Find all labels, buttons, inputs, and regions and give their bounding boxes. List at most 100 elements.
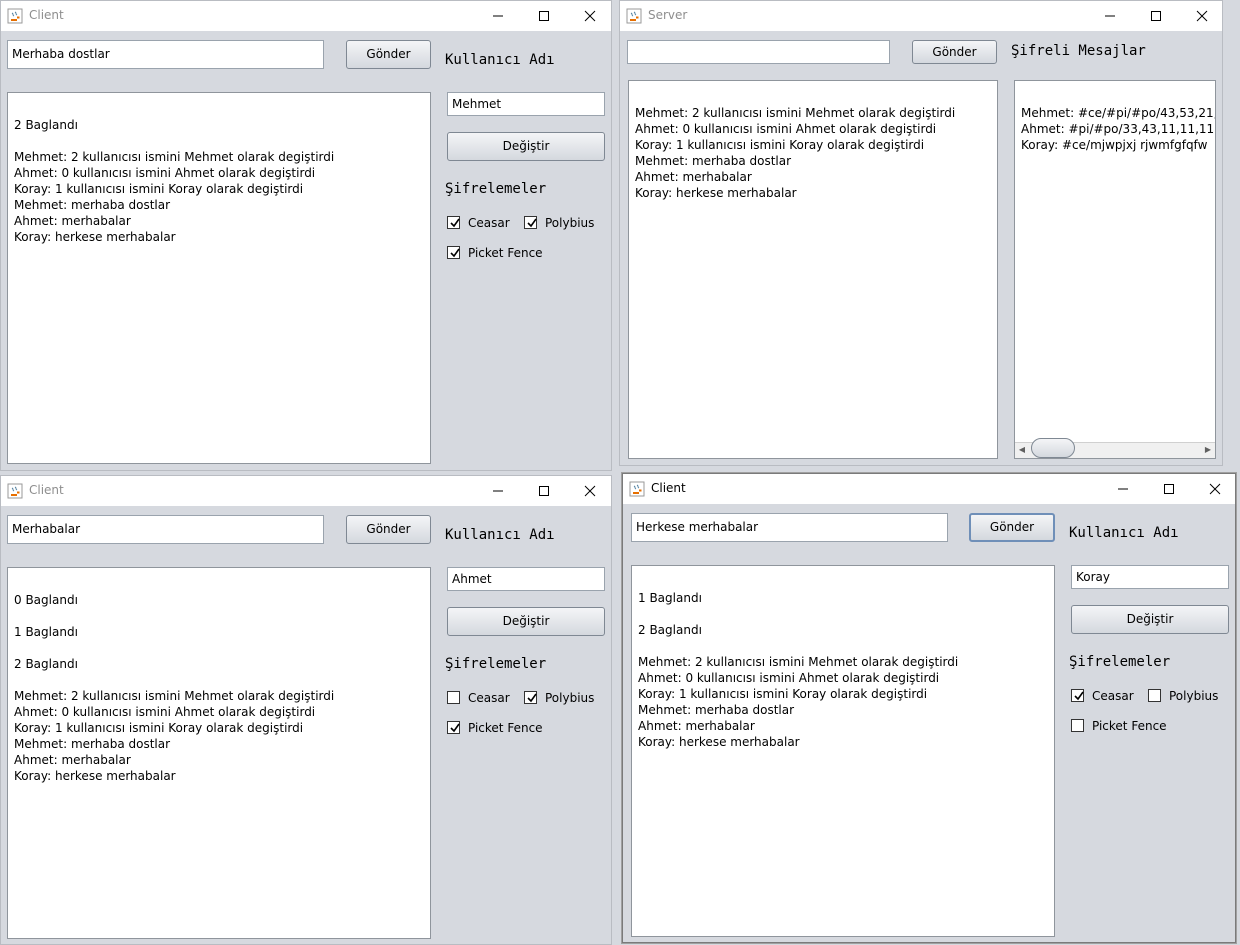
title-bar[interactable]: Client (1, 1, 611, 31)
maximize-button[interactable] (1133, 1, 1179, 31)
picket-fence-label: Picket Fence (468, 246, 543, 260)
checkbox-box[interactable] (447, 246, 460, 259)
chat-line (14, 101, 424, 117)
polybius-label: Polybius (545, 216, 595, 230)
close-icon (1196, 10, 1208, 22)
close-button[interactable] (1179, 1, 1222, 31)
minimize-button[interactable] (475, 476, 521, 506)
server-message-input[interactable] (627, 40, 890, 64)
picket-fence-checkbox[interactable]: Picket Fence (447, 720, 547, 736)
horizontal-scrollbar[interactable]: ◀ ▶ (1015, 438, 1215, 458)
chat-area[interactable]: 2 Baglandı Mehmet: 2 kullanıcısı ismini … (7, 92, 431, 464)
chat-area[interactable]: 0 Baglandı 1 Baglandı 2 Baglandı Mehmet:… (7, 567, 431, 939)
chat-line: Ahmet: merhabalar (14, 753, 131, 767)
close-button[interactable] (1192, 474, 1235, 504)
client-panel: Herkese merhabalar Gönder Kullanıcı Adı … (623, 504, 1235, 942)
message-input[interactable]: Merhaba dostlar (7, 40, 324, 69)
chat-line: Mehmet: 2 kullanıcısı ismini Mehmet olar… (14, 689, 335, 703)
title-bar[interactable]: Client (1, 476, 611, 506)
message-input[interactable]: Herkese merhabalar (631, 513, 948, 542)
maximize-button[interactable] (521, 1, 567, 31)
send-button[interactable]: Gönder (346, 40, 431, 69)
client-panel: Merhaba dostlar Gönder Kullanıcı Adı 2 B… (1, 31, 611, 470)
scroll-left-arrow-icon[interactable]: ◀ (1017, 445, 1027, 455)
send-button[interactable]: Gönder (346, 515, 431, 544)
ceasar-checkbox[interactable]: Ceasar (1071, 688, 1141, 704)
encrypted-line: Ahmet: #pi/#po/33,43,11,11,11,null, (1021, 122, 1215, 136)
checkbox-box[interactable] (447, 216, 460, 229)
window-title: Client (651, 481, 686, 495)
client-window-ahmet: Client Merhabalar Gönder Kullanıcı Adı 0… (0, 475, 612, 945)
log-line: Ahmet: 0 kullanıcısı ismini Ahmet olarak… (635, 122, 937, 136)
scroll-thumb[interactable] (1031, 438, 1075, 458)
username-heading: Kullanıcı Adı (445, 527, 555, 543)
server-log-area[interactable]: Mehmet: 2 kullanıcısı ismini Mehmet olar… (628, 80, 998, 459)
change-username-button[interactable]: Değiştir (447, 607, 605, 636)
encrypted-line: Koray: #ce/mjwpjxj rjwmfgfqfw (1021, 138, 1208, 152)
chat-line (14, 672, 424, 688)
chat-line: Ahmet: 0 kullanıcısı ismini Ahmet olarak… (14, 166, 316, 180)
username-heading: Kullanıcı Adı (1069, 525, 1179, 541)
chat-line (14, 608, 424, 624)
ciphers-heading: Şifrelemeler (445, 181, 547, 197)
checkbox-box[interactable] (1071, 689, 1084, 702)
picket-fence-checkbox[interactable]: Picket Fence (1071, 718, 1171, 734)
close-button[interactable] (567, 476, 611, 506)
chat-line: 2 Baglandı (14, 118, 78, 132)
ceasar-checkbox[interactable]: Ceasar (447, 690, 517, 706)
chat-lines: 0 Baglandı 1 Baglandı 2 Baglandı Mehmet:… (8, 568, 430, 792)
change-username-button[interactable]: Değiştir (447, 132, 605, 161)
maximize-icon (1151, 11, 1161, 21)
close-button[interactable] (567, 1, 611, 31)
chat-line: Mehmet: merhaba dostlar (638, 703, 795, 717)
checkbox-box[interactable] (1071, 719, 1084, 732)
checkbox-box[interactable] (524, 216, 537, 229)
chat-line: Mehmet: merhaba dostlar (14, 737, 171, 751)
maximize-button[interactable] (521, 476, 567, 506)
checkbox-box[interactable] (447, 691, 460, 704)
server-window: Server Gönder Şifreli Mesajlar Mehmet: 2… (619, 0, 1223, 466)
minimize-button[interactable] (1100, 474, 1146, 504)
scroll-right-arrow-icon[interactable]: ▶ (1203, 445, 1213, 455)
minimize-icon (1105, 15, 1115, 17)
window-title: Client (29, 8, 64, 22)
chat-line: Koray: herkese merhabalar (14, 230, 176, 244)
change-username-button[interactable]: Değiştir (1071, 605, 1229, 634)
title-bar[interactable]: Client (623, 474, 1235, 504)
username-field[interactable]: Ahmet (447, 567, 605, 591)
checkbox-box[interactable] (1148, 689, 1161, 702)
picket-fence-label: Picket Fence (468, 721, 543, 735)
encrypted-messages-area[interactable]: Mehmet: #ce/#pi/#po/43,53,21,21,24 Ahmet… (1014, 80, 1216, 459)
title-bar[interactable]: Server (620, 1, 1222, 31)
close-icon (1209, 483, 1221, 495)
log-line: Mehmet: merhaba dostlar (635, 154, 792, 168)
checkmark-icon (1074, 691, 1084, 701)
polybius-checkbox[interactable]: Polybius (524, 215, 599, 231)
encrypted-line: Mehmet: #ce/#pi/#po/43,53,21,21,24 (1021, 106, 1215, 120)
polybius-checkbox[interactable]: Polybius (524, 690, 599, 706)
username-field[interactable]: Mehmet (447, 92, 605, 116)
chat-line: 0 Baglandı (14, 593, 78, 607)
message-input[interactable]: Merhabalar (7, 515, 324, 544)
ceasar-label: Ceasar (468, 691, 510, 705)
checkbox-box[interactable] (447, 721, 460, 734)
chat-area[interactable]: 1 Baglandı 2 Baglandı Mehmet: 2 kullanıc… (631, 565, 1055, 937)
username-field[interactable]: Koray (1071, 565, 1229, 589)
chat-line (638, 638, 1048, 654)
polybius-checkbox[interactable]: Polybius (1148, 688, 1223, 704)
minimize-button[interactable] (1087, 1, 1133, 31)
chat-line: Koray: herkese merhabalar (638, 735, 800, 749)
send-button[interactable]: Gönder (912, 40, 997, 64)
polybius-label: Polybius (1169, 689, 1219, 703)
username-heading: Kullanıcı Adı (445, 52, 555, 68)
minimize-button[interactable] (475, 1, 521, 31)
ceasar-checkbox[interactable]: Ceasar (447, 215, 517, 231)
chat-line: Koray: herkese merhabalar (14, 769, 176, 783)
checkmark-icon (450, 218, 460, 228)
chat-line: Koray: 1 kullanıcısı ismini Koray olarak… (14, 182, 304, 196)
checkbox-box[interactable] (524, 691, 537, 704)
java-icon (7, 8, 23, 24)
maximize-button[interactable] (1146, 474, 1192, 504)
picket-fence-checkbox[interactable]: Picket Fence (447, 245, 547, 261)
send-button[interactable]: Gönder (969, 513, 1055, 542)
